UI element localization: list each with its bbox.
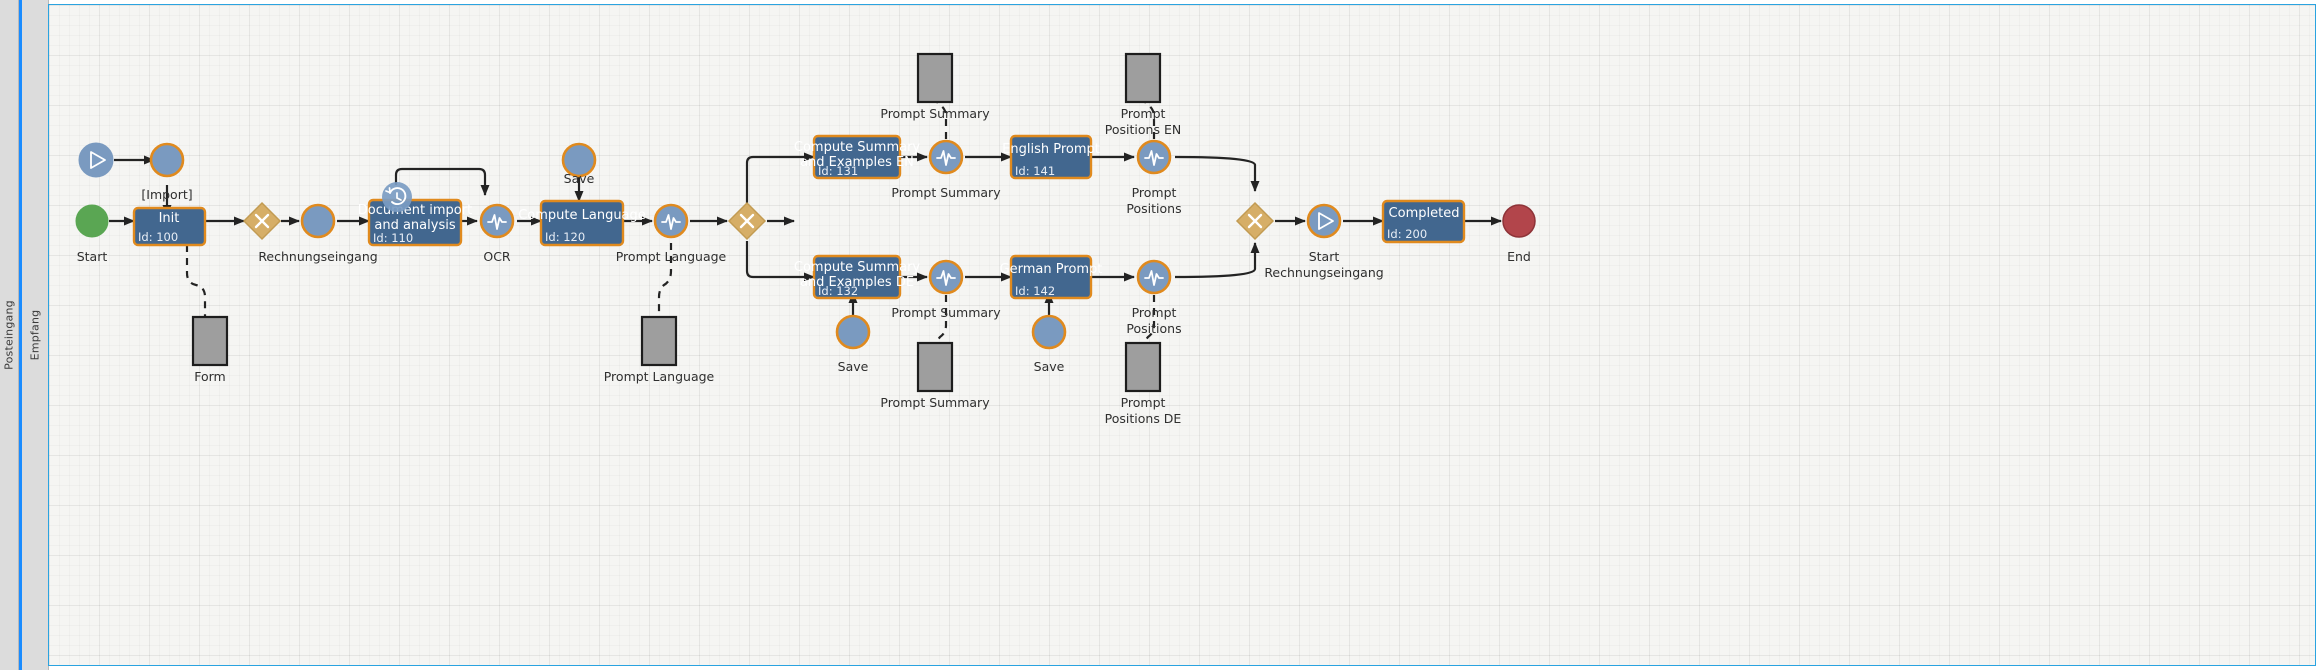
task-compute-language-id: Id: 120 — [545, 230, 585, 244]
data-object-prompt-summary-en[interactable]: Prompt Summary — [880, 52, 990, 121]
task-completed-title: Completed — [1389, 206, 1460, 221]
gateway-exclusive-join[interactable] — [1235, 201, 1275, 241]
task-english-prompt-id: Id: 141 — [1015, 164, 1055, 178]
pool-label-empfang: Empfang — [28, 309, 42, 361]
task-german-prompt-id: Id: 142 — [1015, 284, 1055, 298]
event-rechnungseingang-shape[interactable] — [300, 203, 336, 239]
event-ocr-shape[interactable] — [479, 203, 515, 239]
event-start-rechnungseingang-label-l2: Rechnungseingang — [1264, 265, 1383, 280]
task-document-import-title-l1: Document import — [358, 203, 472, 218]
event-save-label: Save — [838, 359, 869, 374]
event-import-shape[interactable] — [149, 142, 185, 178]
event-prompt-positions-en[interactable]: Prompt Positions — [1126, 139, 1182, 216]
gateway-exclusive-1[interactable] — [242, 201, 282, 241]
data-object-label-line1: Prompt — [1121, 106, 1166, 121]
data-object-shape[interactable] — [640, 315, 678, 367]
data-object-prompt-summary-de[interactable]: Prompt Summary — [880, 341, 990, 410]
start-event-shape[interactable] — [75, 204, 109, 238]
end-event[interactable]: End — [1502, 204, 1536, 264]
gateway-exclusive-split[interactable] — [727, 201, 767, 241]
data-object-label-line1: Prompt — [1121, 395, 1166, 410]
event-prompt-language-shape[interactable] — [653, 203, 689, 239]
event-ocr-label: OCR — [483, 249, 511, 264]
pool-header-posteingang[interactable]: Posteingang — [0, 0, 19, 670]
task-compute-summary-de[interactable]: Compute Summary and Examples DE Id: 132 — [794, 254, 921, 300]
task-completed-id: Id: 200 — [1387, 227, 1427, 241]
data-object-label: Prompt Summary — [880, 395, 990, 410]
event-prompt-summary-en-shape[interactable] — [928, 139, 964, 175]
event-prompt-positions-en-shape[interactable] — [1136, 139, 1172, 175]
task-compute-language[interactable]: Compute Language Id: 120 — [518, 199, 646, 247]
task-init-id: Id: 100 — [138, 230, 178, 244]
event-prompt-positions-de-shape[interactable] — [1136, 259, 1172, 295]
data-object-shape[interactable] — [1124, 341, 1162, 393]
bpmn-editor-window: Posteingang Empfang Form Prompt Language… — [0, 0, 2320, 670]
event-prompt-positions-de-label-l2: Positions — [1126, 321, 1181, 336]
task-german-prompt-title: German Prompt — [1000, 262, 1103, 277]
task-compute-summary-en-title-l1: Compute Summary — [794, 140, 921, 155]
task-compute-summary-en-id: Id: 131 — [818, 164, 858, 178]
event-start-rechnungseingang-shape[interactable] — [1306, 203, 1342, 239]
data-object-prompt-positions-de[interactable]: Prompt Positions DE — [1105, 341, 1182, 426]
task-compute-summary-de-id: Id: 132 — [818, 284, 858, 298]
start-event-signal-shape[interactable] — [78, 142, 114, 178]
event-save-language[interactable]: Save — [561, 142, 597, 186]
task-completed[interactable]: Completed Id: 200 — [1381, 199, 1466, 244]
task-init[interactable]: Init Id: 100 — [132, 206, 207, 247]
data-object-label-line2: Positions EN — [1105, 122, 1181, 137]
task-english-prompt[interactable]: English Prompt Id: 141 — [1002, 134, 1100, 180]
data-object-shape[interactable] — [191, 315, 229, 367]
task-compute-language-title: Compute Language — [518, 208, 646, 223]
event-import[interactable]: [Import] — [141, 142, 193, 202]
data-object-shape[interactable] — [916, 52, 954, 104]
event-start-rechnungseingang[interactable]: Start Rechnungseingang — [1264, 203, 1384, 280]
end-event-label: End — [1507, 249, 1531, 264]
start-event-label: Start — [77, 249, 108, 264]
start-event-signal[interactable] — [78, 142, 114, 178]
task-init-title: Init — [159, 211, 180, 226]
data-object-prompt-positions-en[interactable]: Prompt Positions EN — [1105, 52, 1181, 137]
task-document-import[interactable]: Document import and analysis Id: 110 — [358, 182, 472, 247]
task-english-prompt-title: English Prompt — [1002, 142, 1100, 157]
data-object-shape[interactable] — [916, 341, 954, 393]
task-compute-summary-en[interactable]: Compute Summary and Examples EN Id: 131 — [794, 134, 921, 180]
event-save-label: Save — [1034, 359, 1065, 374]
diagram-canvas[interactable]: Form Prompt Language Prompt Summary Prom… — [48, 4, 2316, 666]
event-prompt-positions-de-label-l1: Prompt — [1132, 305, 1177, 320]
event-import-label: [Import] — [141, 187, 192, 202]
bpmn-diagram[interactable]: Form Prompt Language Prompt Summary Prom… — [49, 5, 2316, 666]
event-save-shape[interactable] — [1031, 314, 1067, 350]
event-prompt-language-label: Prompt Language — [616, 249, 727, 264]
task-document-import-id: Id: 110 — [373, 231, 413, 245]
edge-pos-de-to-join — [1174, 242, 1260, 279]
task-german-prompt[interactable]: German Prompt Id: 142 — [1000, 254, 1103, 300]
event-save-german-prompt[interactable]: Save — [1031, 314, 1067, 374]
task-compute-summary-de-title-l1: Compute Summary — [794, 260, 921, 275]
edge-pos-en-to-join — [1174, 155, 1260, 192]
data-object-label: Prompt Summary — [880, 106, 990, 121]
event-ocr[interactable]: OCR — [479, 203, 515, 264]
event-prompt-summary-de-shape[interactable] — [928, 259, 964, 295]
event-start-rechnungseingang-label-l1: Start — [1309, 249, 1340, 264]
end-event-shape[interactable] — [1502, 204, 1536, 238]
event-prompt-summary-en-label: Prompt Summary — [891, 185, 1001, 200]
data-object-shape[interactable] — [1124, 52, 1162, 104]
data-object-prompt-language[interactable]: Prompt Language — [604, 315, 715, 384]
data-object-label-line2: Positions DE — [1105, 411, 1182, 426]
assoc-init-to-form — [185, 245, 207, 317]
event-prompt-positions-en-label-l1: Prompt — [1132, 185, 1177, 200]
start-event[interactable]: Start — [75, 204, 109, 264]
data-object-form[interactable]: Form — [191, 315, 229, 384]
data-object-label: Prompt Language — [604, 369, 715, 384]
event-prompt-positions-en-label-l2: Positions — [1126, 201, 1181, 216]
event-save-label: Save — [564, 171, 595, 186]
pool-header-empfang[interactable]: Empfang — [22, 0, 49, 670]
pool-label-posteingang: Posteingang — [2, 300, 16, 370]
event-save-summary-de[interactable]: Save — [835, 314, 871, 374]
event-prompt-summary-de-label: Prompt Summary — [891, 305, 1001, 320]
data-object-label: Form — [194, 369, 226, 384]
event-save-shape[interactable] — [835, 314, 871, 350]
event-rechnungseingang-label: Rechnungseingang — [258, 249, 377, 264]
